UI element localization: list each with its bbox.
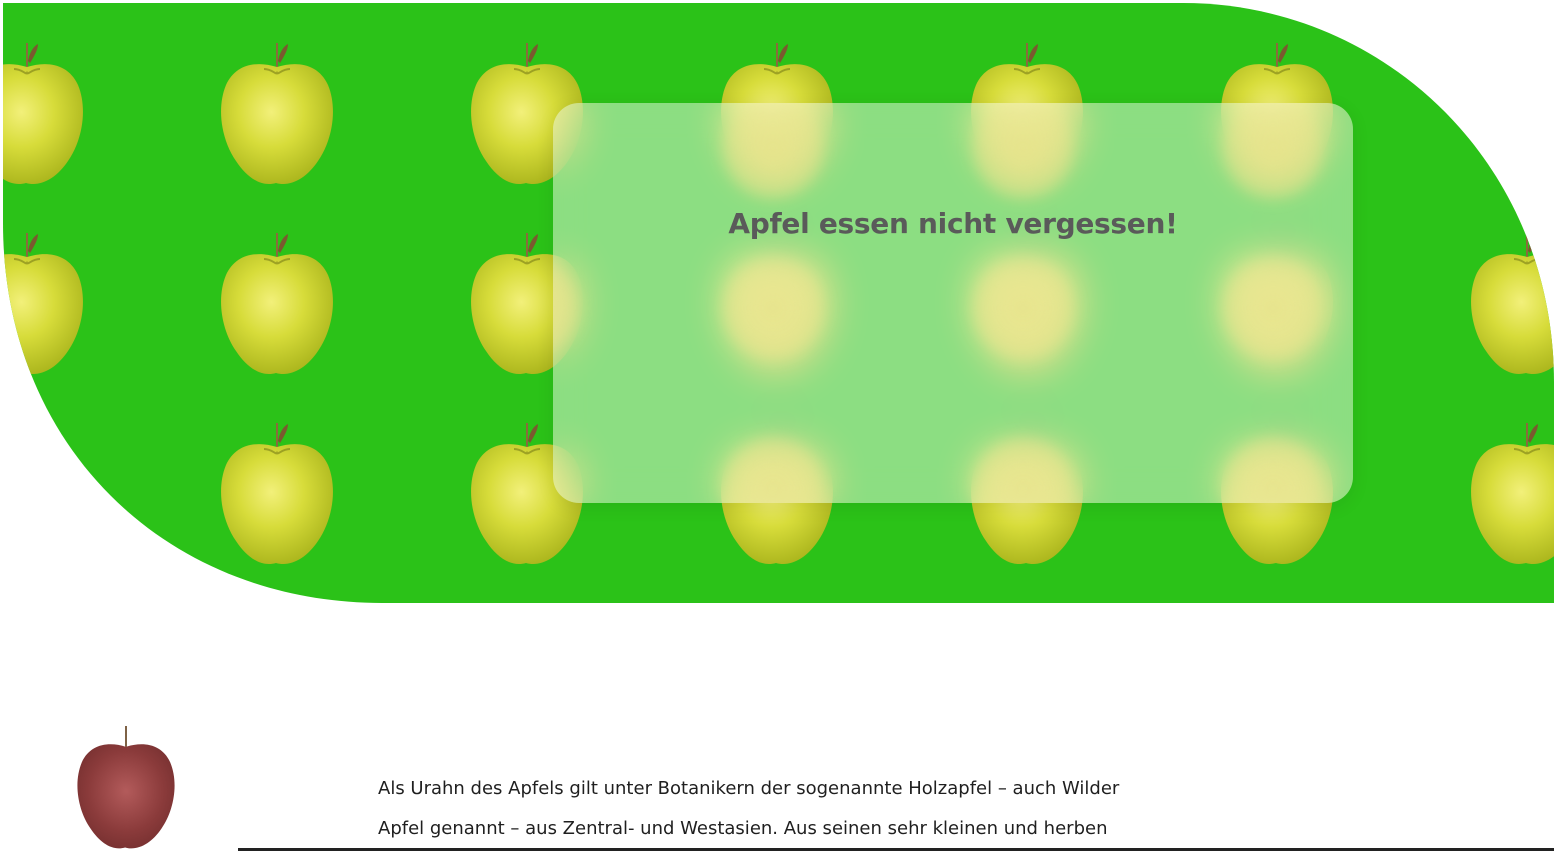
green-apple-icon xyxy=(218,423,336,567)
glass-card: Apfel essen nicht vergessen! xyxy=(553,103,1353,503)
green-apple-icon xyxy=(218,43,336,187)
article-section: Als Urahn des Apfels gilt unter Botanike… xyxy=(0,700,1554,851)
green-apple-icon xyxy=(1468,423,1554,567)
blurred-apple-icon xyxy=(968,103,1078,203)
red-apple-icon xyxy=(66,726,186,851)
green-apple-icon xyxy=(218,233,336,377)
blurred-apple-icon xyxy=(968,433,1078,503)
blurred-apple-icon xyxy=(718,433,828,503)
green-apple-icon xyxy=(3,43,86,187)
card-title: Apfel essen nicht vergessen! xyxy=(728,207,1178,240)
article-text: Als Urahn des Apfels gilt unter Botanike… xyxy=(378,769,1198,849)
green-apple-icon xyxy=(3,423,86,567)
article-line-2: Apfel genannt – aus Zentral- und Westasi… xyxy=(378,818,1108,839)
blurred-apple-icon xyxy=(1218,433,1328,503)
article-line-1: Als Urahn des Apfels gilt unter Botanike… xyxy=(378,778,1120,799)
green-apple-icon xyxy=(3,233,86,377)
green-apple-icon xyxy=(1468,233,1554,377)
blurred-apple-icon xyxy=(1218,103,1328,203)
blurred-apple-icon xyxy=(968,253,1078,363)
blurred-apple-icon xyxy=(553,253,583,363)
blurred-apple-icon xyxy=(718,253,828,363)
blurred-apple-icon xyxy=(1218,253,1328,363)
blurred-apple-icon xyxy=(718,103,828,203)
green-apple-icon xyxy=(1468,43,1554,187)
